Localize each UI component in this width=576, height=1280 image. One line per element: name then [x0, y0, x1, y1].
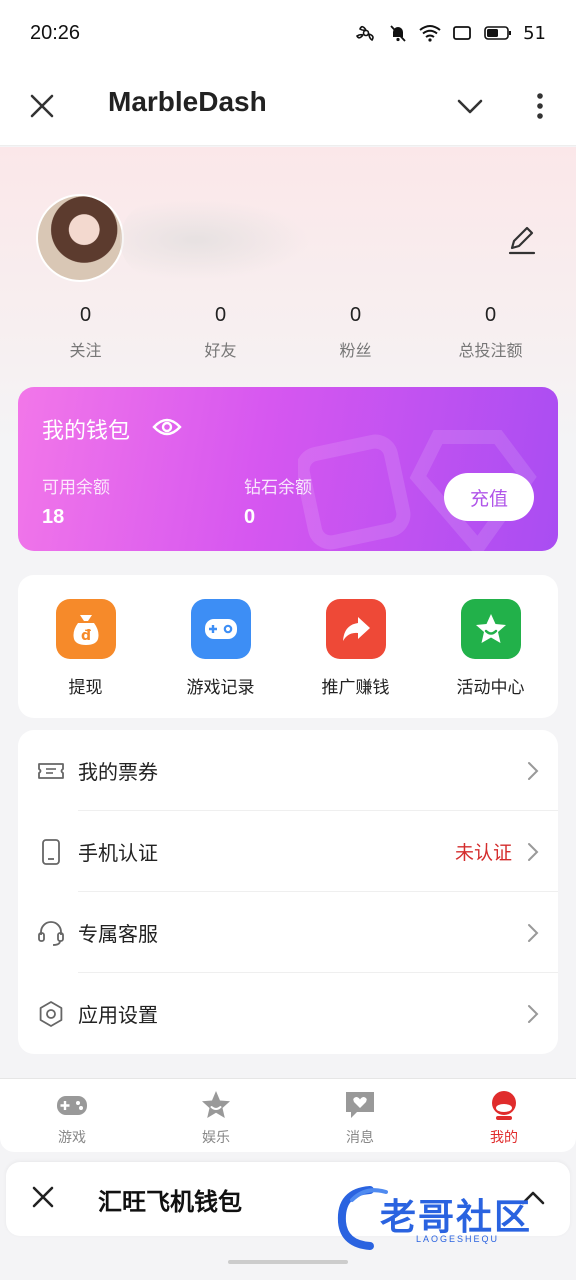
- star-icon: [199, 1089, 233, 1121]
- headset-icon: [36, 918, 66, 948]
- tab-label: 我的: [490, 1130, 518, 1146]
- tab-label: 消息: [346, 1130, 374, 1146]
- quick-action-game-records[interactable]: 游戏记录: [153, 599, 288, 718]
- unverified-status: 未认证: [454, 842, 512, 864]
- quick-action-withdraw[interactable]: đ 提现: [18, 599, 153, 718]
- battery-level: 51: [523, 22, 546, 44]
- quick-action-label: 游戏记录: [186, 678, 255, 698]
- bottom-sheet-title: 汇旺飞机钱包: [98, 1188, 242, 1216]
- home-indicator: [228, 1260, 348, 1264]
- close-icon[interactable]: [24, 88, 60, 124]
- stat-label: 关注: [69, 341, 102, 360]
- stat-follow[interactable]: 0 关注: [18, 304, 153, 374]
- tab-messages[interactable]: 消息: [288, 1079, 432, 1152]
- menu-item-label: 专属客服: [78, 922, 158, 946]
- status-icons: 51: [355, 22, 546, 44]
- quick-action-label: 提现: [68, 678, 103, 698]
- gamepad-icon: [55, 1089, 89, 1121]
- profile-icon: [487, 1089, 521, 1121]
- wallet-card: 我的钱包 可用余额 18 钻石余额 0 充值: [18, 387, 558, 551]
- bottom-tab-bar: 游戏 娱乐 消息 我的: [0, 1078, 576, 1152]
- menu-item-customer-service[interactable]: 专属客服: [18, 892, 558, 973]
- settings-icon: [36, 999, 66, 1029]
- menu-item-label: 手机认证: [78, 841, 158, 865]
- quick-actions: đ 提现 游戏记录 推广赚钱 活动中心: [18, 575, 558, 718]
- settings-menu: 我的票券 手机认证 未认证 专属客服 应用设置: [18, 730, 558, 1054]
- share-icon: [325, 599, 386, 659]
- menu-item-app-settings[interactable]: 应用设置: [18, 973, 558, 1054]
- wifi-icon: [419, 22, 441, 44]
- tab-games[interactable]: 游戏: [0, 1079, 144, 1152]
- mute-bell-icon: [387, 22, 409, 44]
- chevron-right-icon: [526, 922, 540, 944]
- stat-total-bets[interactable]: 0 总投注额: [423, 304, 558, 374]
- diamond-balance-label: 钻石余额: [244, 478, 312, 498]
- tab-label: 游戏: [58, 1130, 86, 1146]
- stat-label: 粉丝: [339, 341, 372, 360]
- watermark-subtext: LAOGESHEQU: [416, 1234, 500, 1244]
- stat-value: 0: [484, 304, 497, 326]
- stat-label: 好友: [204, 341, 237, 360]
- tab-entertainment[interactable]: 娱乐: [144, 1079, 288, 1152]
- quick-action-promote[interactable]: 推广赚钱: [288, 599, 423, 718]
- recharge-button[interactable]: 充值: [444, 473, 534, 521]
- stat-value: 0: [214, 304, 227, 326]
- app-bar: MarbleDash: [0, 66, 576, 146]
- avatar[interactable]: [36, 194, 124, 282]
- stat-friends[interactable]: 0 好友: [153, 304, 288, 374]
- tab-label: 娱乐: [202, 1130, 230, 1146]
- status-bar: 20:26 51: [0, 0, 576, 66]
- chevron-right-icon: [526, 841, 540, 863]
- quick-action-label: 活动中心: [456, 678, 525, 698]
- moneybag-icon: đ: [55, 599, 116, 659]
- wallet-title: 我的钱包: [42, 419, 131, 444]
- available-balance-value: 18: [42, 506, 65, 528]
- menu-item-label: 我的票券: [78, 760, 158, 784]
- blurred-username: [120, 200, 310, 280]
- app-title: MarbleDash: [108, 86, 267, 117]
- battery-icon: [483, 22, 513, 44]
- tab-profile[interactable]: 我的: [432, 1079, 576, 1152]
- chevron-right-icon: [526, 1003, 540, 1025]
- menu-item-tickets[interactable]: 我的票券: [18, 730, 558, 811]
- message-icon: [343, 1089, 377, 1121]
- quick-action-label: 推广赚钱: [321, 678, 390, 698]
- diamond-balance: 钻石余额 0: [244, 473, 312, 529]
- menu-item-phone-verify[interactable]: 手机认证 未认证: [18, 811, 558, 892]
- close-icon[interactable]: [28, 1182, 58, 1212]
- more-vertical-icon[interactable]: [524, 88, 556, 124]
- chevron-right-icon: [526, 760, 540, 782]
- watermark-text: 老哥社区: [380, 1197, 533, 1238]
- fan-icon: [355, 22, 377, 44]
- stat-label: 总投注额: [458, 341, 523, 360]
- phone-icon: [36, 837, 66, 867]
- gamepad-icon: [190, 599, 251, 659]
- profile-stats: 0 关注 0 好友 0 粉丝 0 总投注额: [18, 304, 558, 374]
- stat-fans[interactable]: 0 粉丝: [288, 304, 423, 374]
- ticket-icon: [36, 756, 66, 786]
- svg-text:đ: đ: [80, 628, 90, 644]
- status-time: 20:26: [30, 21, 81, 44]
- stat-value: 0: [349, 304, 362, 326]
- edit-icon[interactable]: [504, 222, 540, 258]
- eye-icon[interactable]: [152, 415, 182, 439]
- chevron-down-icon[interactable]: [452, 88, 488, 124]
- diamond-balance-value: 0: [244, 506, 256, 528]
- available-balance: 可用余额 18: [42, 473, 110, 529]
- stat-value: 0: [79, 304, 92, 326]
- star-icon: [460, 599, 521, 659]
- menu-item-label: 应用设置: [78, 1003, 158, 1027]
- quick-action-events[interactable]: 活动中心: [423, 599, 558, 718]
- available-balance-label: 可用余额: [42, 478, 110, 498]
- screen-icon: [451, 22, 473, 44]
- watermark: 老哥社区 LAOGESHEQU: [330, 1182, 570, 1252]
